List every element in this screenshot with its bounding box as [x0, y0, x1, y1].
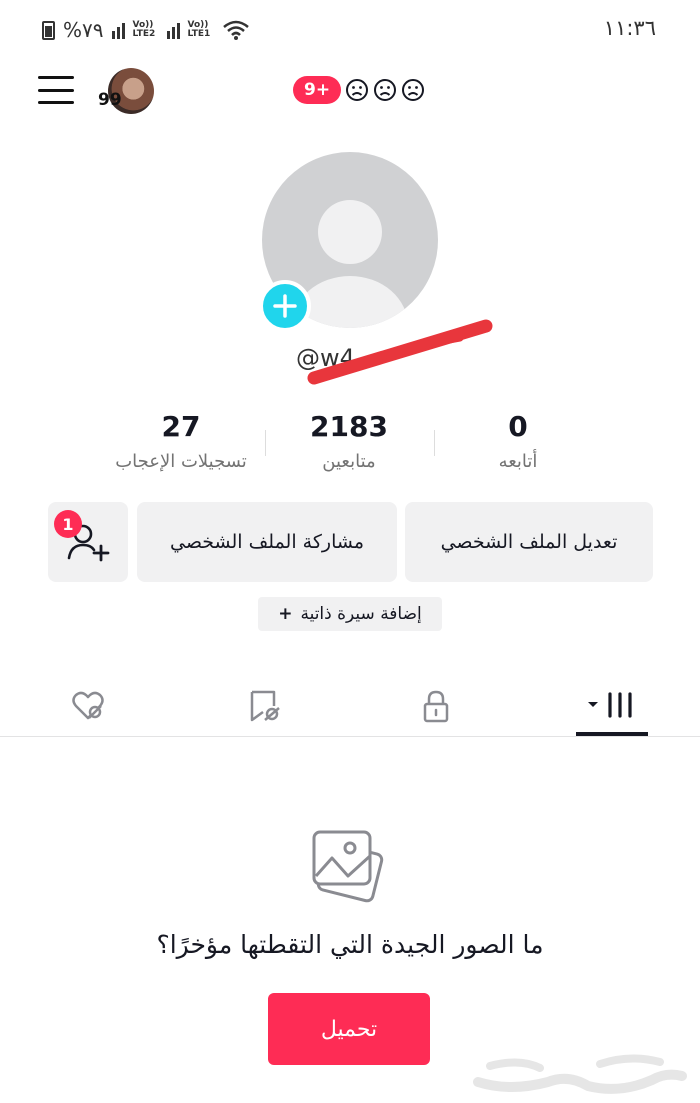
avatar-count: 99 — [98, 90, 122, 110]
sad-face-icon — [346, 79, 369, 101]
following-label: أتابعه — [498, 451, 538, 472]
lock-icon — [423, 690, 449, 723]
upload-button[interactable]: تحميل — [268, 993, 430, 1065]
friends-badge: 1 — [54, 510, 82, 538]
menu-icon[interactable] — [38, 76, 74, 104]
followers-stat[interactable]: 2183 متابعين — [259, 410, 439, 472]
tab-liked-hidden[interactable] — [58, 676, 118, 736]
wifi-icon — [222, 20, 249, 40]
battery-level: %٧٩ — [63, 18, 104, 42]
tab-private[interactable] — [406, 676, 466, 736]
followers-label: متابعين — [322, 451, 376, 472]
notification-badge: 9+ — [293, 76, 342, 104]
network-label-2: Vo)) LTE2 — [132, 20, 156, 39]
notification-area[interactable]: 9+ — [293, 76, 425, 104]
plus-icon: + — [278, 604, 293, 624]
share-profile-button[interactable]: مشاركة الملف الشخصي — [137, 502, 397, 582]
battery-icon — [42, 20, 55, 40]
status-indicators: %٧٩ Vo)) LTE2 Vo)) LTE1 — [42, 18, 250, 42]
likes-label: تسجيلات الإعجاب — [115, 451, 247, 472]
add-bio-button[interactable]: + إضافة سيرة ذاتية — [258, 597, 442, 631]
hidden-reposts-icon — [250, 690, 280, 722]
following-stat[interactable]: 0 أتابعه — [428, 410, 608, 472]
followers-count: 2183 — [310, 410, 388, 443]
empty-state-message: ما الصور الجيدة التي التقطتها مؤخرًا؟ — [156, 930, 544, 959]
sad-face-icon — [402, 79, 425, 101]
tab-reposts-hidden[interactable] — [234, 676, 294, 736]
plus-icon — [273, 294, 297, 318]
signal-icon — [111, 21, 125, 39]
network-label-1: Vo)) LTE1 — [187, 20, 211, 39]
photo-placeholder-icon — [312, 830, 384, 903]
redaction-scribble — [307, 319, 493, 385]
tab-videos[interactable] — [576, 676, 648, 736]
sad-face-icon — [374, 79, 397, 101]
likes-count: 27 — [161, 410, 201, 443]
watermark-logo — [473, 1054, 687, 1094]
tabs-divider — [0, 736, 700, 737]
status-bar: %٧٩ Vo)) LTE2 Vo)) LTE1 ١١:٣٦ — [0, 0, 700, 60]
likes-stat[interactable]: 27 تسجيلات الإعجاب — [91, 410, 271, 472]
add-bio-label: إضافة سيرة ذاتية — [300, 604, 422, 624]
videos-grid-icon — [588, 692, 632, 718]
following-count: 0 — [508, 410, 528, 443]
edit-profile-button[interactable]: تعديل الملف الشخصي — [405, 502, 653, 582]
clock: ١١:٣٦ — [603, 16, 656, 40]
signal-icon — [166, 21, 180, 39]
hidden-likes-icon — [72, 691, 104, 720]
